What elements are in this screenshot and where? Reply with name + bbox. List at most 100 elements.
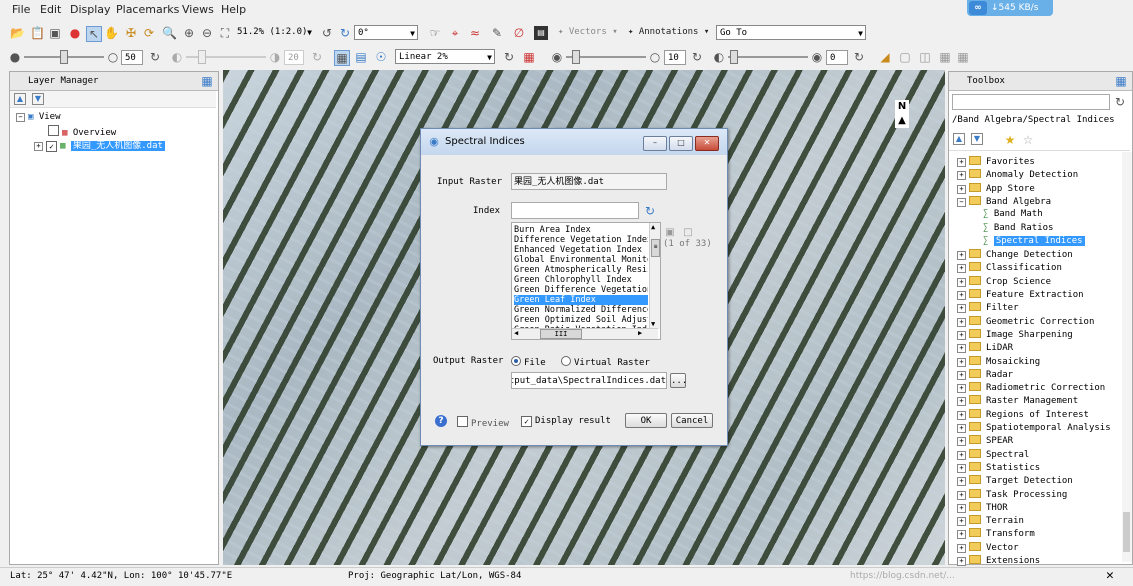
rotation-combo[interactable]: 0° ▼: [354, 25, 418, 40]
menu-placemarks[interactable]: Placemarks: [116, 3, 179, 16]
cursor-value-icon[interactable]: ☞: [428, 26, 442, 40]
expand-icon[interactable]: +: [957, 158, 966, 167]
toolbox-item[interactable]: − Band Algebra: [957, 195, 1051, 207]
expand-icon[interactable]: +: [957, 530, 966, 540]
index-list-item[interactable]: Green Leaf Index: [514, 295, 648, 305]
toolbox-item[interactable]: + Task Processing: [957, 488, 1067, 500]
overview-checkbox[interactable]: [48, 125, 59, 136]
chip-icon[interactable]: ◢: [878, 50, 892, 64]
layout-grid-icon[interactable]: ▦: [956, 50, 970, 64]
expand-icon[interactable]: +: [957, 424, 966, 433]
index-list-item[interactable]: Burn Area Index: [514, 225, 648, 235]
profile-icon[interactable]: ≈: [468, 26, 482, 40]
output-path-field[interactable]: output_data\SpectralIndices.dat: [511, 372, 667, 389]
open-file-icon[interactable]: 📂: [10, 26, 25, 40]
cancel-button[interactable]: Cancel: [671, 413, 713, 428]
zoom-icon[interactable]: 🔍: [162, 26, 177, 40]
close-button[interactable]: ✕: [695, 136, 719, 151]
tree-item-view[interactable]: − ▣ View: [16, 112, 61, 122]
expand-icon[interactable]: +: [957, 557, 966, 566]
toolbox-item[interactable]: + Crop Science: [957, 275, 1051, 287]
toolbox-item[interactable]: + Extensions: [957, 555, 1040, 566]
edit-icon[interactable]: ✎: [490, 26, 504, 40]
expand-icon[interactable]: +: [957, 503, 966, 513]
index-list-item[interactable]: Enhanced Vegetation Index: [514, 245, 648, 255]
zoom-in-icon[interactable]: ⊕: [182, 26, 196, 40]
fly-icon[interactable]: ✠: [124, 26, 138, 40]
toolbox-scroll-thumb[interactable]: [1123, 512, 1130, 552]
annotations-menu[interactable]: ✦ Annotations ▾: [628, 27, 709, 37]
zoom-out-icon[interactable]: ⊖: [200, 26, 214, 40]
expand-icon[interactable]: +: [957, 397, 966, 407]
toolbox-item[interactable]: + App Store: [957, 182, 1035, 194]
expand-icon[interactable]: +: [957, 437, 966, 447]
expand-icon[interactable]: +: [957, 317, 966, 327]
portal-icon[interactable]: ∅: [512, 26, 526, 40]
expand-icon[interactable]: +: [957, 490, 966, 500]
transparency-input[interactable]: 0: [826, 50, 848, 65]
expand-icon[interactable]: +: [957, 251, 966, 261]
toolbox-item[interactable]: + Radar: [957, 368, 1013, 380]
toolbox-search-input[interactable]: [952, 94, 1110, 110]
crosshair-icon[interactable]: ⌖: [448, 26, 462, 40]
vscroll-thumb[interactable]: ≡: [651, 239, 660, 257]
expand-icon[interactable]: +: [957, 517, 966, 527]
pan-hand-icon[interactable]: ✋: [104, 26, 119, 40]
reset-icon[interactable]: ↻: [310, 50, 324, 64]
index-vscrollbar[interactable]: ≡ ▼ ▲: [649, 223, 660, 329]
input-raster-field[interactable]: 果园_无人机图像.dat: [511, 173, 667, 190]
expand-icon[interactable]: +: [957, 450, 966, 460]
ok-button[interactable]: OK: [625, 413, 667, 428]
toolbox-item[interactable]: + Transform: [957, 528, 1035, 540]
brightness-input[interactable]: 50: [121, 50, 143, 65]
layout-single-icon[interactable]: ▢: [898, 50, 912, 64]
toolbox-item[interactable]: + Spectral: [957, 448, 1029, 460]
file-radio[interactable]: File: [511, 356, 546, 368]
reset-icon[interactable]: ↻: [690, 50, 704, 64]
pin-panel-icon[interactable]: ▦: [200, 74, 214, 88]
index-list-item[interactable]: Difference Vegetation Index: [514, 235, 648, 245]
display-result-checkbox[interactable]: ✓ Display result: [521, 416, 611, 427]
toolbox-item[interactable]: + Radiometric Correction: [957, 382, 1105, 394]
expand-icon[interactable]: +: [957, 171, 966, 181]
index-list-item[interactable]: Green Difference Vegetation Index: [514, 285, 648, 295]
reset-icon[interactable]: ↻: [502, 50, 516, 64]
expand-icon[interactable]: +: [957, 357, 966, 367]
stretch-combo[interactable]: Linear 2% ▼: [395, 49, 495, 64]
expand-icon[interactable]: +: [957, 184, 966, 194]
pin-icon[interactable]: ●: [68, 26, 82, 40]
expand-icon[interactable]: +: [957, 543, 966, 553]
toolbox-item[interactable]: + Spatiotemporal Analysis: [957, 422, 1111, 433]
expand-icon[interactable]: +: [957, 370, 966, 380]
collapse-all-icon[interactable]: ▲: [953, 133, 965, 145]
toolbox-item[interactable]: ∑ Band Math: [983, 209, 1043, 219]
expand-icon[interactable]: +: [957, 277, 966, 287]
zoom-combo[interactable]: 51.2% (1:2.0) ▼: [234, 25, 314, 40]
select-cursor-icon[interactable]: ↖: [86, 26, 102, 42]
index-search-field[interactable]: [511, 202, 639, 219]
sharpen-slider-handle[interactable]: [572, 50, 580, 64]
toolbox-item[interactable]: + Geometric Correction: [957, 315, 1094, 327]
toolbox-item[interactable]: + Feature Extraction: [957, 289, 1084, 300]
layout-four-icon[interactable]: ▦: [938, 50, 952, 64]
toolbox-item[interactable]: + Image Sharpening: [957, 328, 1073, 340]
expand-icon[interactable]: +: [957, 410, 966, 420]
tree-item-overview[interactable]: ▦ Overview: [48, 125, 116, 138]
minimize-button[interactable]: –: [643, 136, 667, 151]
menu-file[interactable]: File: [12, 3, 30, 16]
transparency-slider-handle[interactable]: [730, 50, 738, 64]
reset-icon[interactable]: ↻: [148, 50, 162, 64]
toolbox-item[interactable]: + Raster Management: [957, 395, 1078, 407]
scroll-right-icon[interactable]: ▶: [638, 329, 642, 337]
menu-views[interactable]: Views: [182, 3, 214, 16]
vectors-menu[interactable]: ✦ Vectors ▾: [558, 27, 618, 37]
toolbox-item[interactable]: ∑ Band Ratios: [983, 223, 1053, 233]
toolbox-item[interactable]: + Target Detection: [957, 475, 1073, 487]
contrast-slider-handle[interactable]: [198, 50, 206, 64]
index-list-item[interactable]: Green Normalized Difference Vegetation I…: [514, 305, 648, 315]
expand-icon[interactable]: +: [957, 304, 966, 314]
toolbox-item[interactable]: + Statistics: [957, 461, 1040, 473]
toolbox-item[interactable]: + Classification: [957, 262, 1062, 274]
rotate-right-icon[interactable]: ↻: [338, 26, 352, 40]
menu-display[interactable]: Display: [70, 3, 111, 16]
